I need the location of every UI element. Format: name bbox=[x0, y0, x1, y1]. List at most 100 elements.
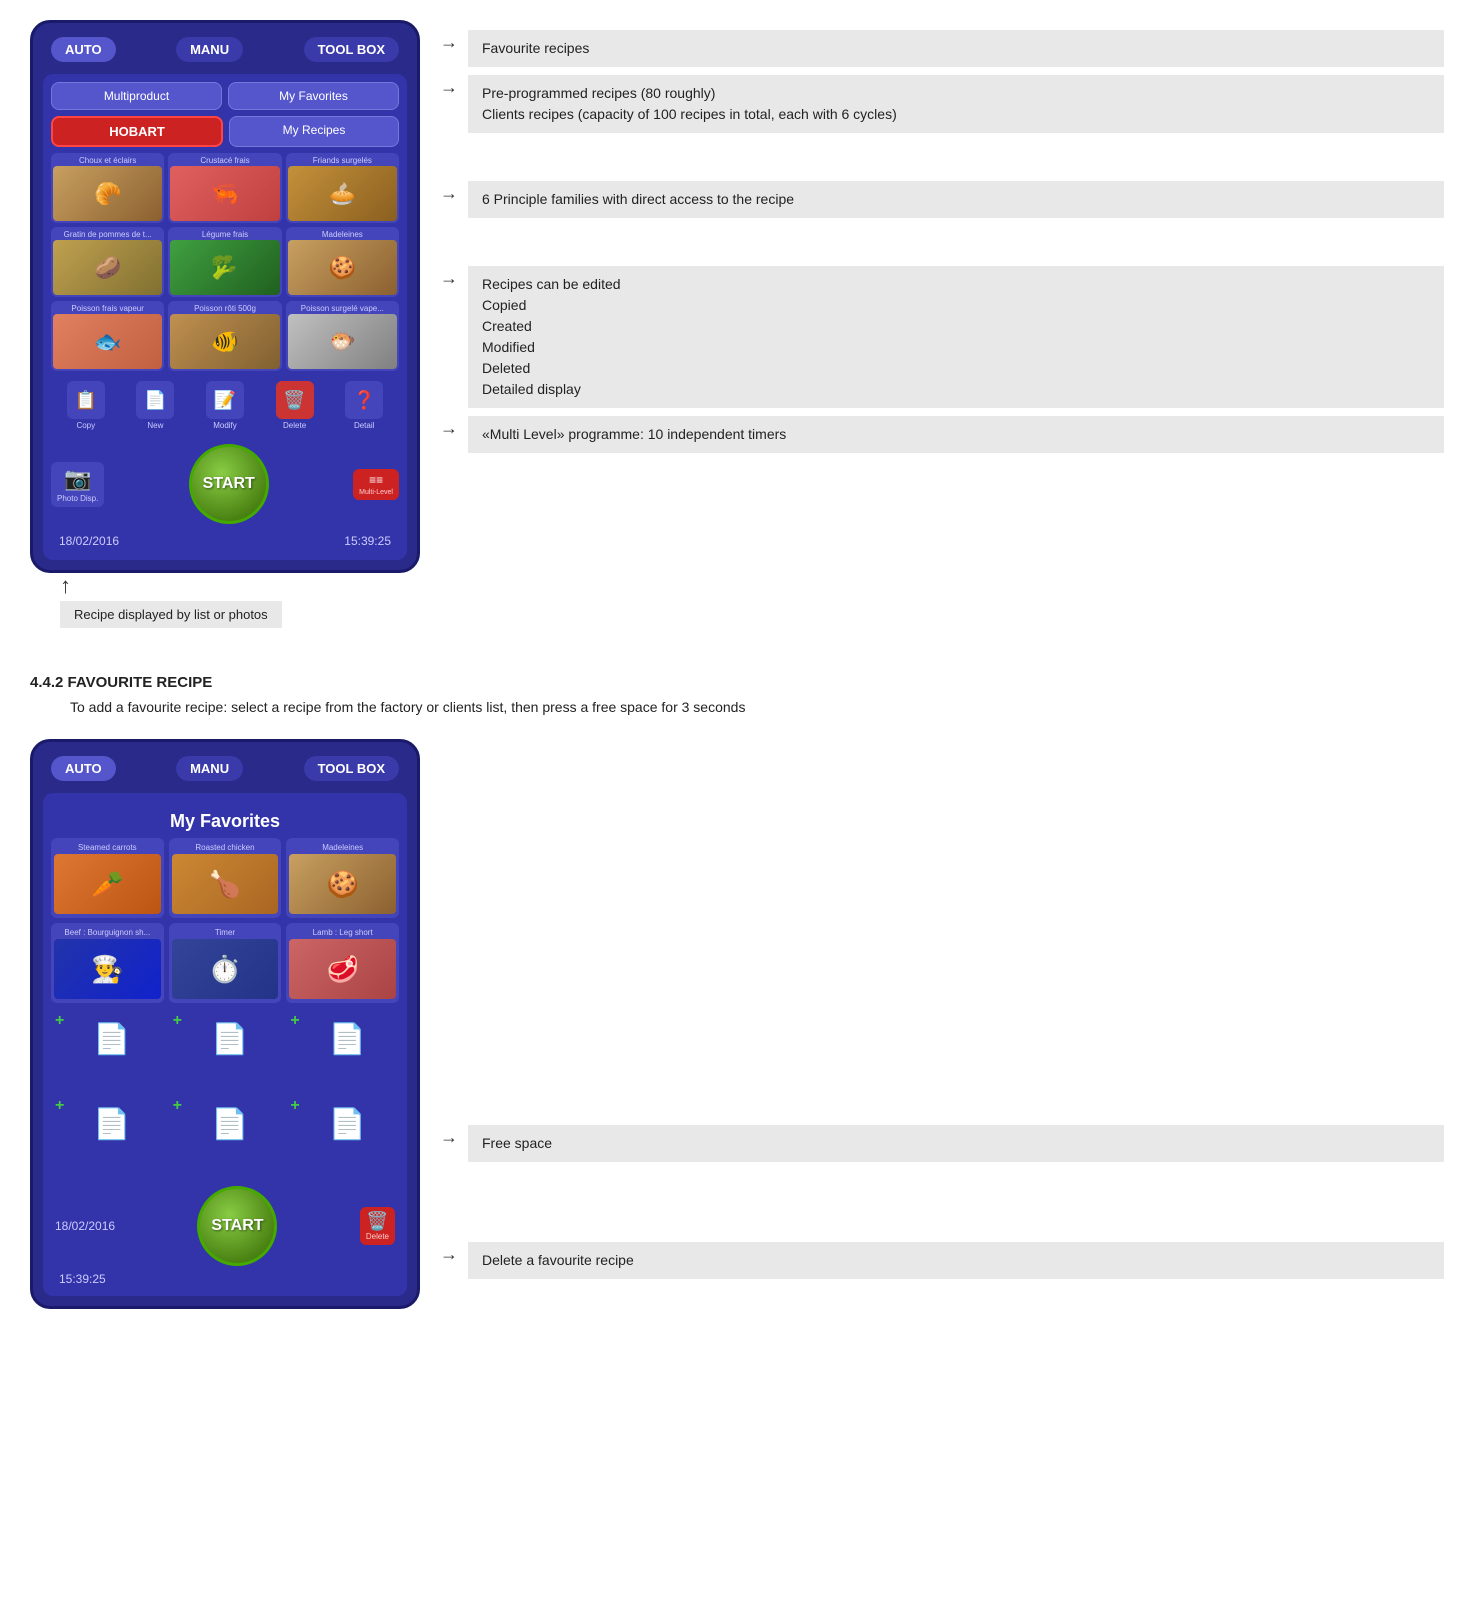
multiproduct-button[interactable]: Multiproduct bbox=[51, 82, 222, 110]
fav-toolbox-tab[interactable]: TOOL BOX bbox=[304, 756, 399, 781]
top-device: AUTO MANU TOOL BOX Multiproduct My Favor… bbox=[30, 20, 420, 573]
recipe-label: Poisson rôti 500g bbox=[192, 303, 258, 314]
fav-recipe-label: Timer bbox=[213, 926, 237, 939]
favorites-device: AUTO MANU TOOL BOX My Favorites Steamed … bbox=[30, 739, 420, 1309]
empty-slots-row2: + 📄 + 📄 + 📄 bbox=[51, 1093, 399, 1173]
add-icon: + bbox=[55, 1012, 64, 1030]
list-item[interactable]: Beef : Bourguignon sh... 👨‍🍳 bbox=[51, 923, 164, 1003]
recipe-image: 🐡 bbox=[288, 314, 397, 369]
favorites-recipe-grid: Steamed carrots 🥕 Roasted chicken 🍗 Made… bbox=[51, 838, 399, 1003]
detail-button[interactable]: ❓ Detail bbox=[345, 381, 383, 430]
annotation-row-3: → 6 Principle families with direct acces… bbox=[440, 181, 1444, 218]
new-icon: 📄 bbox=[136, 381, 174, 419]
photo-disp-icon: 📷 bbox=[64, 466, 91, 492]
annotation-box-3: 6 Principle families with direct access … bbox=[468, 181, 1444, 218]
delete-label: Delete bbox=[283, 421, 306, 430]
copy-button[interactable]: 📋 Copy bbox=[67, 381, 105, 430]
favorites-device-header: AUTO MANU TOOL BOX bbox=[43, 752, 407, 785]
empty-slots-row1: + 📄 + 📄 + 📄 bbox=[51, 1008, 399, 1088]
list-item[interactable]: Lamb : Leg short 🥩 bbox=[286, 923, 399, 1003]
action-icons-row: 📋 Copy 📄 New 📝 Modify 🗑️ bbox=[51, 377, 399, 434]
arrow-icon-3: → bbox=[440, 183, 458, 204]
toolbox-tab[interactable]: TOOL BOX bbox=[304, 37, 399, 62]
arrow-icon-2: → bbox=[440, 77, 458, 98]
my-recipes-button[interactable]: My Recipes bbox=[229, 116, 399, 147]
recipe-label: Gratin de pommes de t... bbox=[62, 229, 154, 240]
list-item[interactable]: Madeleines 🍪 bbox=[286, 227, 399, 297]
add-icon: + bbox=[55, 1097, 64, 1115]
annotation-row-5: → «Multi Level» programme: 10 independen… bbox=[440, 416, 1444, 453]
modify-button[interactable]: 📝 Modify bbox=[206, 381, 244, 430]
list-item[interactable]: Poisson rôti 500g 🐠 bbox=[168, 301, 281, 371]
empty-slot[interactable]: + 📄 bbox=[169, 1008, 282, 1088]
empty-doc-icon: 📄 bbox=[64, 1022, 159, 1057]
fav-recipe-image: 🍗 bbox=[172, 854, 279, 914]
new-button[interactable]: 📄 New bbox=[136, 381, 174, 430]
recipe-image: 🥔 bbox=[53, 240, 162, 295]
bottom-arrow-1: → bbox=[440, 1127, 458, 1148]
list-item[interactable]: Crustacé frais 🦐 bbox=[168, 153, 281, 223]
fav-manu-tab[interactable]: MANU bbox=[176, 756, 243, 781]
delete-button[interactable]: 🗑️ Delete bbox=[276, 381, 314, 430]
recipe-grid: Choux et éclairs 🥐 Crustacé frais 🦐 Fria… bbox=[51, 153, 399, 371]
copy-label: Copy bbox=[76, 421, 95, 430]
bottom-annotation-box-2: Delete a favourite recipe bbox=[468, 1242, 1444, 1279]
empty-slot[interactable]: + 📄 bbox=[51, 1093, 164, 1173]
modify-label: Modify bbox=[213, 421, 237, 430]
list-item[interactable]: Steamed carrots 🥕 bbox=[51, 838, 164, 918]
annotation-box-5: «Multi Level» programme: 10 independent … bbox=[468, 416, 1444, 453]
recipe-label: Légume frais bbox=[200, 229, 250, 240]
add-icon: + bbox=[290, 1097, 299, 1115]
list-item[interactable]: Choux et éclairs 🥐 bbox=[51, 153, 164, 223]
auto-tab[interactable]: AUTO bbox=[51, 37, 116, 62]
photo-disp-button[interactable]: 📷 Photo Disp. bbox=[51, 462, 104, 507]
detail-label: Detail bbox=[354, 421, 374, 430]
list-item[interactable]: Roasted chicken 🍗 bbox=[169, 838, 282, 918]
list-item[interactable]: Gratin de pommes de t... 🥔 bbox=[51, 227, 164, 297]
manu-tab[interactable]: MANU bbox=[176, 37, 243, 62]
bottom-arrow-2: → bbox=[440, 1244, 458, 1265]
empty-slot[interactable]: + 📄 bbox=[286, 1008, 399, 1088]
list-item[interactable]: Timer ⏱️ bbox=[169, 923, 282, 1003]
favorites-device-body: My Favorites Steamed carrots 🥕 Roasted c… bbox=[43, 793, 407, 1296]
new-label: New bbox=[147, 421, 163, 430]
annotation-box-2: Pre-programmed recipes (80 roughly) Clie… bbox=[468, 75, 1444, 133]
start-button[interactable]: START bbox=[189, 444, 269, 524]
recipe-image: 🦐 bbox=[170, 166, 279, 221]
recipe-image: 🍪 bbox=[288, 240, 397, 295]
add-icon: + bbox=[173, 1097, 182, 1115]
nav-buttons-row1: Multiproduct My Favorites bbox=[51, 82, 399, 110]
fav-recipe-image: 🍪 bbox=[289, 854, 396, 914]
bottom-annotation-1: → Free space bbox=[440, 1125, 1444, 1162]
empty-doc-icon: 📄 bbox=[182, 1107, 277, 1142]
main-layout: AUTO MANU TOOL BOX Multiproduct My Favor… bbox=[30, 20, 1444, 1309]
bottom-annotation-box-1: Free space bbox=[468, 1125, 1444, 1162]
hobart-button[interactable]: HOBART bbox=[51, 116, 223, 147]
annotation-box-4: Recipes can be edited Copied Created Mod… bbox=[468, 266, 1444, 408]
list-item[interactable]: Poisson surgelé vape... 🐡 bbox=[286, 301, 399, 371]
list-item[interactable]: Légume frais 🥦 bbox=[168, 227, 281, 297]
fav-start-button[interactable]: START bbox=[197, 1186, 277, 1266]
list-item[interactable]: Friands surgelés 🥧 bbox=[286, 153, 399, 223]
empty-slot[interactable]: + 📄 bbox=[286, 1093, 399, 1173]
delete-icon: 🗑️ bbox=[276, 381, 314, 419]
add-icon: + bbox=[173, 1012, 182, 1030]
empty-slot[interactable]: + 📄 bbox=[169, 1093, 282, 1173]
list-item[interactable]: Madeleines 🍪 bbox=[286, 838, 399, 918]
empty-doc-icon: 📄 bbox=[300, 1022, 395, 1057]
start-label: START bbox=[203, 475, 255, 493]
empty-slot[interactable]: + 📄 bbox=[51, 1008, 164, 1088]
fav-delete-button[interactable]: 🗑️ Delete bbox=[360, 1207, 395, 1245]
list-item[interactable]: Poisson frais vapeur 🐟 bbox=[51, 301, 164, 371]
bottom-section: AUTO MANU TOOL BOX My Favorites Steamed … bbox=[30, 739, 1444, 1309]
device-date: 18/02/2016 bbox=[59, 534, 119, 548]
recipe-label: Madeleines bbox=[320, 229, 365, 240]
multi-level-icon: ≡≡ bbox=[369, 473, 383, 487]
empty-doc-icon: 📄 bbox=[64, 1107, 159, 1142]
my-favorites-button[interactable]: My Favorites bbox=[228, 82, 399, 110]
multi-level-button[interactable]: ≡≡ Multi-Level bbox=[353, 469, 399, 500]
top-section: AUTO MANU TOOL BOX Multiproduct My Favor… bbox=[30, 20, 1444, 636]
bottom-annotations: → Free space → Delete a favourite recipe bbox=[440, 739, 1444, 1309]
multi-level-label: Multi-Level bbox=[359, 489, 393, 496]
fav-auto-tab[interactable]: AUTO bbox=[51, 756, 116, 781]
